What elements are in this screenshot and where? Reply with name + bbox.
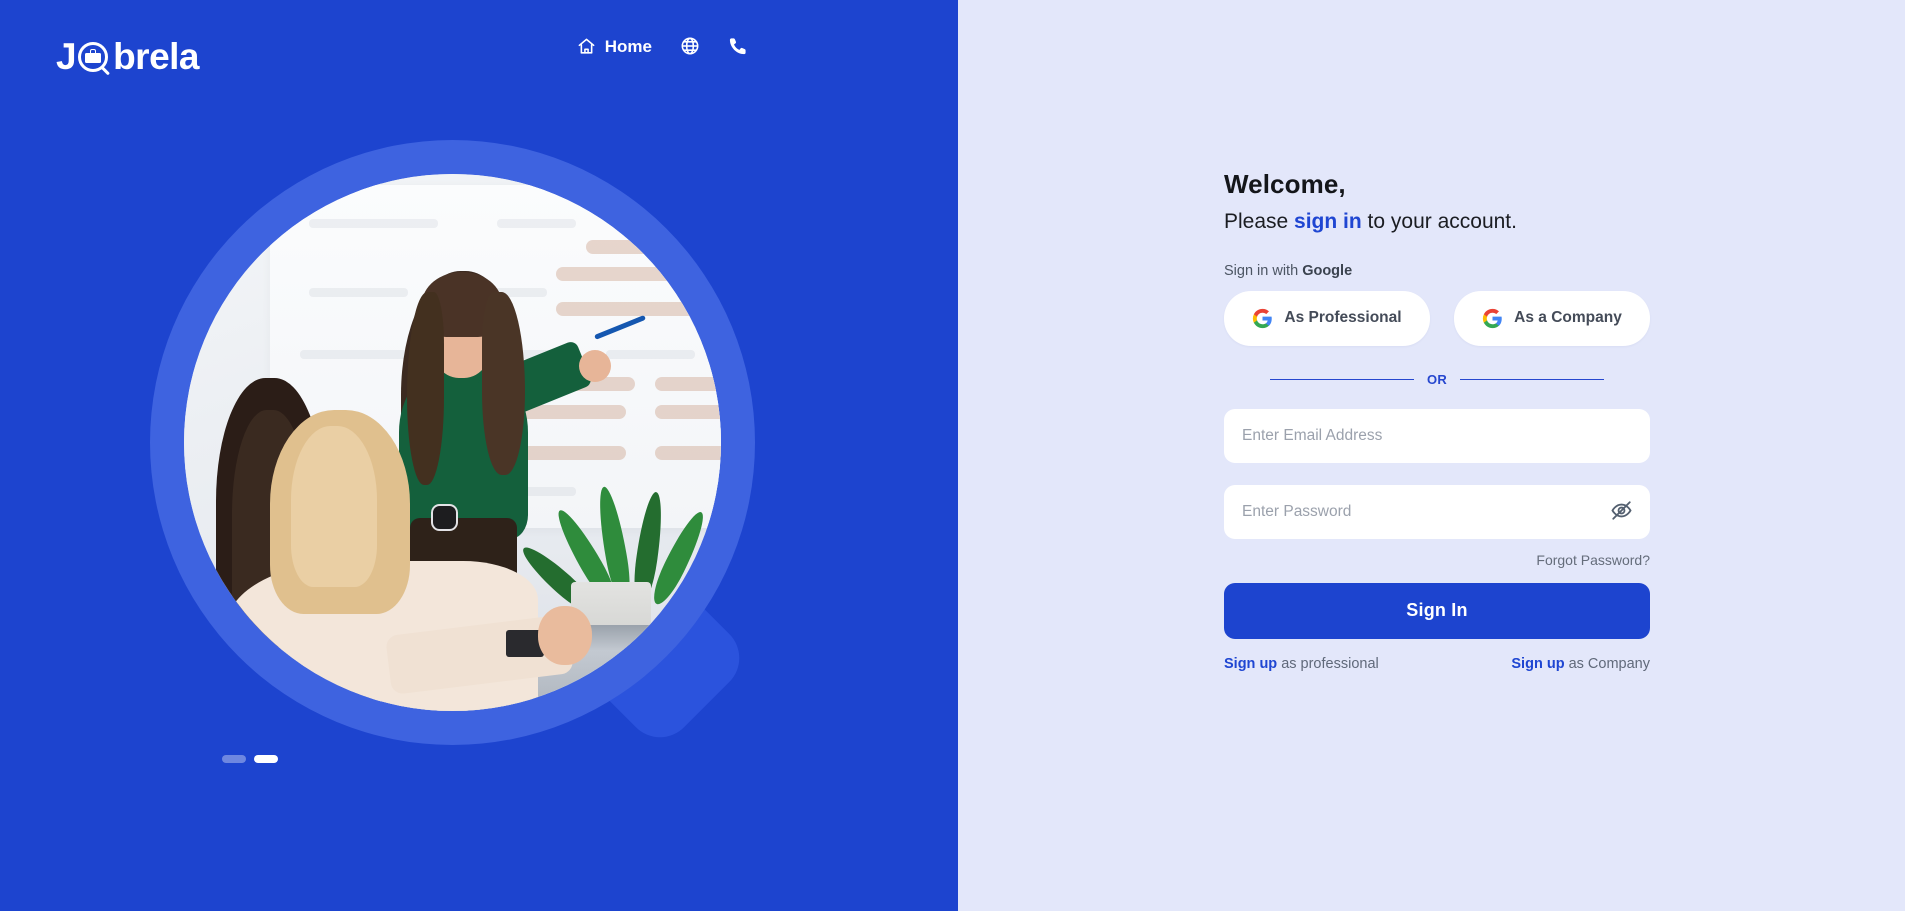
globe-icon [680, 36, 700, 56]
signup-professional-rest: as professional [1277, 655, 1379, 672]
hero-photo [184, 174, 721, 711]
sign-in-button[interactable]: Sign In [1224, 582, 1650, 639]
password-input[interactable] [1224, 484, 1650, 539]
google-as-professional-button[interactable]: As Professional [1224, 290, 1430, 346]
or-label: OR [1426, 371, 1448, 387]
forgot-password-link[interactable]: Forgot Password? [1224, 552, 1650, 568]
google-as-company-button[interactable]: As a Company [1454, 290, 1650, 346]
welcome-heading: Welcome, [1224, 169, 1346, 199]
magnifier-illustration [0, 0, 958, 911]
carousel-dots [222, 755, 278, 763]
google-brand-word: Google [1302, 262, 1353, 279]
divider-line-left [1270, 378, 1414, 381]
google-icon [1482, 308, 1503, 329]
magnifier-briefcase-icon [78, 41, 112, 76]
carousel-dot-2[interactable] [254, 755, 278, 763]
nav-item-phone[interactable] [728, 36, 748, 56]
signup-company-bold: Sign up [1511, 655, 1565, 672]
brand-logo[interactable]: J brela [56, 36, 200, 77]
right-form-panel: Welcome, Please sign in to your account.… [958, 0, 1905, 911]
signin-form: Welcome, Please sign in to your account.… [1224, 168, 1650, 672]
password-visibility-toggle[interactable] [1608, 499, 1634, 525]
divider-line-right [1460, 378, 1605, 381]
subtitle-before: Please [1224, 209, 1295, 233]
phone-icon [728, 36, 748, 56]
password-field-wrap [1224, 484, 1650, 539]
signin-subtitle: Please sign in to your account. [1224, 208, 1650, 235]
signin-page: J brela Home Welcome, Please sign in to … [0, 0, 1905, 911]
google-company-label: As a Company [1514, 309, 1622, 327]
nav-home-label: Home [604, 36, 652, 56]
carousel-dot-1[interactable] [222, 755, 246, 763]
eye-off-icon [1610, 499, 1633, 525]
google-professional-label: As Professional [1284, 309, 1402, 327]
nav-item-home[interactable]: Home [577, 37, 652, 56]
nav-item-language[interactable] [680, 36, 700, 56]
google-signin-label: Sign in with Google [1224, 263, 1650, 279]
email-field-wrap [1224, 408, 1650, 463]
signup-company-rest: as Company [1564, 655, 1650, 672]
email-input[interactable] [1224, 408, 1650, 463]
top-nav: Home [577, 36, 748, 56]
or-divider: OR [1224, 372, 1650, 387]
signup-links-row: Sign up as professional Sign up as Compa… [1224, 656, 1650, 672]
photo-scene-office-presentation [184, 174, 721, 711]
signup-professional-link[interactable]: Sign up as professional [1224, 656, 1379, 672]
home-icon [577, 37, 596, 56]
left-hero-panel: J brela Home [0, 0, 958, 911]
google-label-text: Sign in with [1224, 262, 1303, 279]
brand-letters-rest: brela [113, 36, 200, 77]
subtitle-after: to your account. [1361, 209, 1517, 233]
brand-letter-j: J [56, 36, 77, 77]
signup-professional-bold: Sign up [1224, 655, 1278, 672]
google-buttons-row: As Professional As a Company [1224, 290, 1650, 346]
google-icon [1252, 308, 1273, 329]
signup-company-link[interactable]: Sign up as Company [1511, 656, 1650, 672]
signin-link[interactable]: sign in [1294, 210, 1362, 233]
